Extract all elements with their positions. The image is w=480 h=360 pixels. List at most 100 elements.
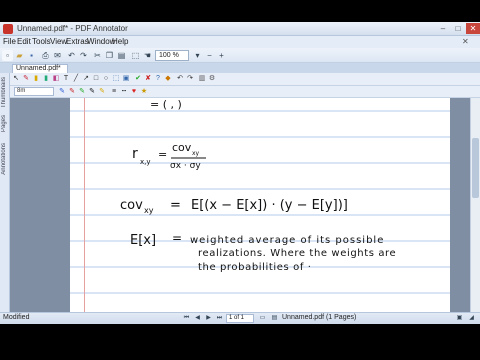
annotation-toolbar: ↖ ✎ ▮ ▮ ◧ T ╱ ↗ □ ○ ⬚ ▣ ✔ ✘ ? ◆ ↶ ↷ ▥ ⚙: [10, 73, 480, 86]
menu-tools[interactable]: Tools: [32, 37, 51, 46]
window-title: Unnamed.pdf* - PDF Annotator: [17, 24, 128, 33]
close-button[interactable]: ✕: [466, 23, 480, 34]
sidebar: Thumbnails Pages Annotations: [0, 73, 10, 312]
zoom-in-icon[interactable]: +: [216, 50, 227, 61]
ex-equals: =: [172, 231, 182, 245]
menu-file[interactable]: File: [3, 37, 16, 46]
status-bar: Modified ⏮ ◀ ▶ ⏭ 1 of 1 ▭ ▤ Unnamed.pdf …: [0, 312, 480, 324]
new-file-icon[interactable]: ▫: [2, 50, 13, 61]
r-numerator: cov: [172, 141, 192, 154]
document-info: Unnamed.pdf (1 Pages): [282, 314, 357, 321]
question-tool-icon[interactable]: ?: [154, 75, 162, 83]
app-icon: [3, 24, 13, 34]
r-numerator-sub: xy: [192, 150, 200, 157]
hand-icon[interactable]: ☚: [142, 50, 153, 61]
page-view-icon[interactable]: ▭: [258, 314, 267, 323]
document-viewport[interactable]: = ( , ) r x,y = cov xy σx · σy cov xy = …: [10, 98, 480, 312]
page-number: 1: [229, 315, 233, 321]
highlighter-tool-icon[interactable]: ▮: [32, 75, 40, 83]
pen-green-icon[interactable]: ✎: [78, 88, 86, 96]
minimize-button[interactable]: –: [436, 23, 450, 34]
ex-label: E[x]: [130, 233, 156, 248]
menu-help[interactable]: Help: [112, 37, 128, 46]
menu-edit[interactable]: Edit: [17, 37, 31, 46]
ex-definition-line-2: realizations. Where the weights are: [198, 248, 396, 259]
image-tool-icon[interactable]: ▣: [122, 75, 130, 83]
zoom-dropdown-icon[interactable]: ▾: [192, 50, 203, 61]
paste-icon[interactable]: ▤: [116, 50, 127, 61]
pen-black-icon[interactable]: ✎: [88, 88, 96, 96]
cov-label: cov: [120, 198, 143, 213]
save-icon[interactable]: ▪: [26, 50, 37, 61]
pen-size-field[interactable]: 8m: [14, 87, 54, 96]
star-icon[interactable]: ★: [140, 88, 148, 96]
sidebar-tab-annotations[interactable]: Annotations: [1, 143, 9, 175]
page-of-total: of 1: [234, 315, 245, 321]
settings-tool-icon[interactable]: ⚙: [208, 75, 216, 83]
dash-icon[interactable]: ┅: [120, 88, 128, 96]
pen-red-icon[interactable]: ✎: [68, 88, 76, 96]
cov-expression: E[(x − E[x]) · (y − E[y])]: [191, 198, 348, 213]
ex-definition-line-3: the probabilities of ·: [198, 262, 312, 273]
scrollbar-thumb[interactable]: [472, 138, 479, 198]
check-tool-icon[interactable]: ✔: [134, 75, 142, 83]
redo-tool-icon[interactable]: ↷: [186, 75, 194, 83]
cov-subscript: xy: [144, 206, 154, 215]
print-icon[interactable]: ⎙: [40, 50, 51, 61]
copy-icon[interactable]: ❐: [104, 50, 115, 61]
maximize-button[interactable]: □: [451, 23, 465, 34]
rectangle-tool-icon[interactable]: □: [92, 75, 100, 83]
pdf-page[interactable]: = ( , ) r x,y = cov xy σx · σy cov xy = …: [70, 98, 450, 312]
zoom-out-icon[interactable]: −: [204, 50, 215, 61]
main-toolbar: ▫ ▰ ▪ ⎙ ✉ ↶ ↷ ✂ ❐ ▤ ⬚ ☚ 100 % ▾ − +: [0, 48, 480, 63]
line-tool-icon[interactable]: ╱: [72, 75, 80, 83]
first-page-icon[interactable]: ⏮: [182, 314, 191, 323]
prev-page-icon[interactable]: ◀: [193, 314, 202, 323]
close-document-button[interactable]: ✕: [462, 37, 469, 46]
eraser-tool-icon[interactable]: ◧: [52, 75, 60, 83]
letterbox-top: [0, 0, 480, 22]
ellipse-tool-icon[interactable]: ○: [102, 75, 110, 83]
line-width-icon[interactable]: ≡: [110, 88, 118, 96]
app-window: Unnamed.pdf* - PDF Annotator – □ ✕ File …: [0, 22, 480, 324]
redo-icon[interactable]: ↷: [78, 50, 89, 61]
pen-blue-icon[interactable]: ✎: [58, 88, 66, 96]
marker-tool-icon[interactable]: ▮: [42, 75, 50, 83]
fit-width-icon[interactable]: ▣: [455, 314, 464, 323]
sidebar-tab-pages[interactable]: Pages: [1, 115, 9, 132]
last-page-icon[interactable]: ⏭: [215, 314, 224, 323]
color-tool-icon[interactable]: ◆: [164, 75, 172, 83]
text-tool-icon[interactable]: T: [62, 75, 70, 83]
r-equals: =: [158, 148, 167, 161]
undo-tool-icon[interactable]: ↶: [176, 75, 184, 83]
select-icon[interactable]: ⬚: [130, 50, 141, 61]
sidebar-tab-thumbnails[interactable]: Thumbnails: [1, 77, 9, 108]
open-folder-icon[interactable]: ▰: [14, 50, 25, 61]
document-icon: ▤: [271, 315, 278, 321]
trash-tool-icon[interactable]: ▥: [198, 75, 206, 83]
tab-unnamed-pdf[interactable]: Unnamed.pdf*: [12, 64, 68, 73]
cross-tool-icon[interactable]: ✘: [144, 75, 152, 83]
select-tool-icon[interactable]: ↖: [12, 75, 20, 83]
email-icon[interactable]: ✉: [52, 50, 63, 61]
pen-yellow-icon[interactable]: ✎: [98, 88, 106, 96]
document-tab-bar: Unnamed.pdf*: [0, 63, 480, 73]
arrow-tool-icon[interactable]: ↗: [82, 75, 90, 83]
stamp-tool-icon[interactable]: ⬚: [112, 75, 120, 83]
handwriting-layer: = ( , ) r x,y = cov xy σx · σy cov xy = …: [120, 98, 396, 273]
page-number-field[interactable]: 1 of 1: [226, 314, 254, 323]
resize-grip-icon[interactable]: ◢: [467, 314, 476, 323]
menu-view[interactable]: View: [50, 37, 67, 46]
ex-definition-line-1: weighted average of its possible: [190, 235, 384, 246]
vertical-scrollbar[interactable]: [470, 98, 480, 312]
r-denominator: σx · σy: [170, 161, 201, 171]
next-page-icon[interactable]: ▶: [204, 314, 213, 323]
undo-icon[interactable]: ↶: [66, 50, 77, 61]
cov-equals: =: [170, 198, 181, 213]
heart-icon[interactable]: ♥: [130, 88, 138, 96]
cut-icon[interactable]: ✂: [92, 50, 103, 61]
pen-tool-icon[interactable]: ✎: [22, 75, 30, 83]
zoom-field[interactable]: 100 %: [155, 50, 189, 61]
menu-extras[interactable]: Extras: [66, 37, 89, 46]
r-subscript: x,y: [140, 158, 151, 166]
